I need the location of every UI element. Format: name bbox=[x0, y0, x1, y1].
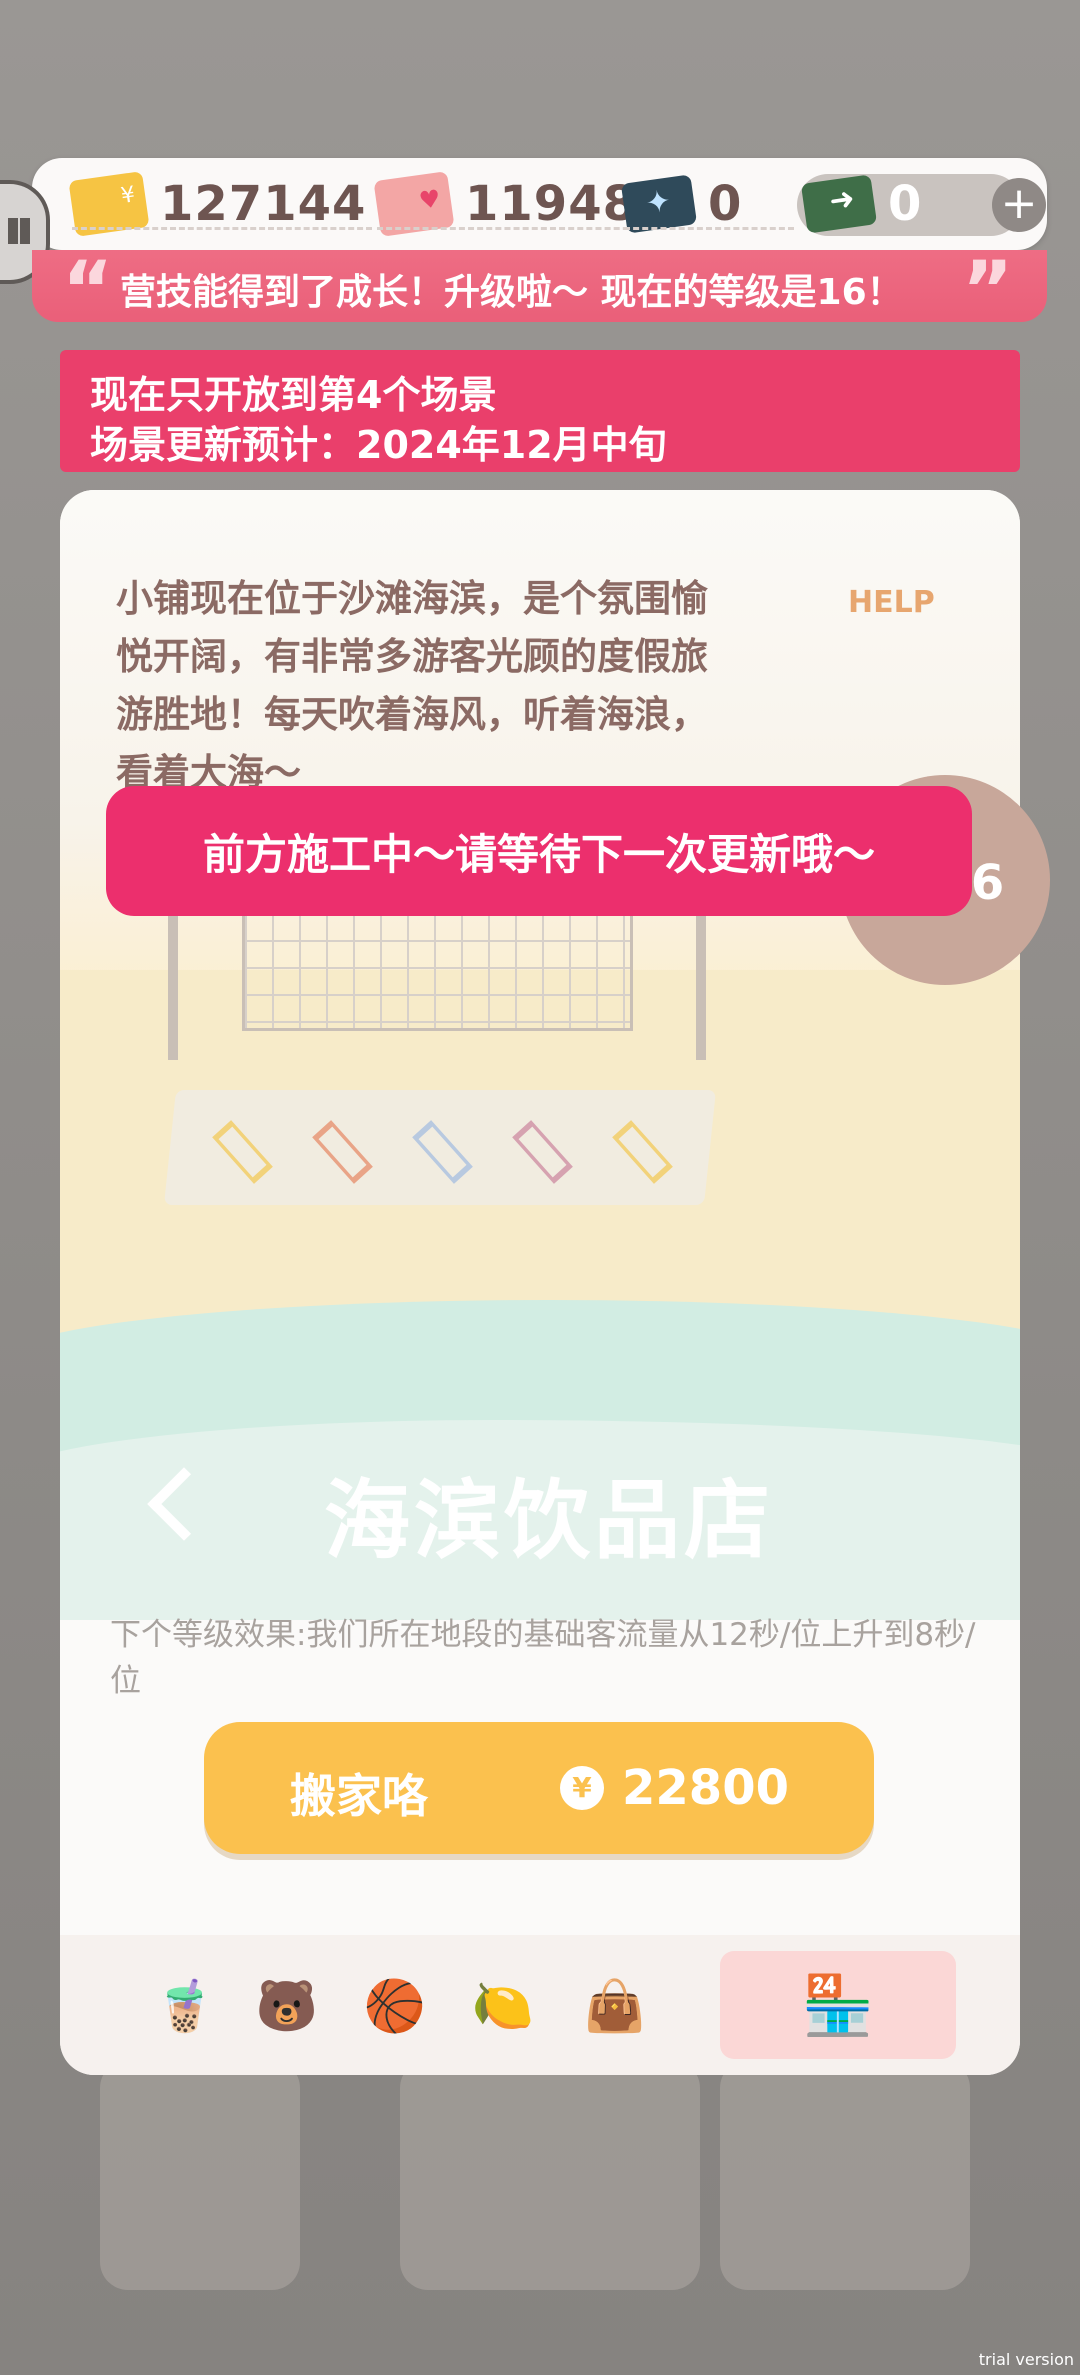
shop-panel: 小铺现在位于沙滩海滨，是个氛围愉悦开阔，有非常多游客光顾的度假旅游胜地！每天吹着… bbox=[60, 490, 1020, 2075]
category-tabbar: 🧋 🐻 🏀 🍋 👜 🏪 bbox=[60, 1935, 1020, 2075]
heart-amount: 11948 bbox=[465, 176, 637, 232]
toast-text: 前方施工中～请等待下一次更新哦～ bbox=[202, 829, 875, 879]
cash-currency: 0 bbox=[800, 170, 974, 238]
move-shop-button[interactable]: 搬家咯 ¥ 22800 bbox=[204, 1722, 874, 1854]
shop-name: 海滨饮品店 bbox=[324, 1471, 774, 1571]
cash-amount: 0 bbox=[888, 176, 923, 232]
level-up-banner: “ 营技能得到了成长！升级啦～ 现在的等级是16！ ” bbox=[32, 246, 1047, 336]
basketball-icon[interactable]: 🏀 bbox=[348, 1959, 442, 2053]
scene-notice: 现在只开放到第4个场景 场景更新预计：2024年12月中旬 bbox=[60, 350, 1020, 472]
notice-line-2: 场景更新预计：2024年12月中旬 bbox=[90, 423, 667, 467]
bag-icon[interactable]: 👜 bbox=[568, 1959, 662, 2053]
add-currency-button[interactable]: + bbox=[992, 178, 1046, 232]
volleyball-net bbox=[242, 910, 633, 1031]
ticket-currency: 0 bbox=[620, 170, 794, 238]
heart-currency: 11948 bbox=[373, 170, 647, 238]
gold-amount: 127144 bbox=[160, 176, 367, 232]
help-button[interactable]: HELP bbox=[848, 585, 935, 620]
currency-bar: 127144 11948 0 0 + bbox=[32, 158, 1047, 250]
trial-watermark: trial version bbox=[978, 2350, 1074, 2369]
bear-icon[interactable]: 🐻 bbox=[240, 1959, 334, 2053]
close-quote-icon: ” bbox=[962, 246, 1014, 336]
scene-description: 小铺现在位于沙滩海滨，是个氛围愉悦开阔，有非常多游客光顾的度假旅游胜地！每天吹着… bbox=[116, 577, 708, 794]
lemon-icon[interactable]: 🍋 bbox=[456, 1959, 550, 2053]
construction-toast: 前方施工中～请等待下一次更新哦～ bbox=[106, 786, 972, 916]
move-button-label: 搬家咯 bbox=[290, 1769, 428, 1823]
beach-scene: 小铺现在位于沙滩海滨，是个氛围愉悦开阔，有非常多游客光顾的度假旅游胜地！每天吹着… bbox=[60, 490, 1020, 1620]
notice-line-1: 现在只开放到第4个场景 bbox=[90, 373, 497, 417]
shop-icon: 🏪 bbox=[801, 1970, 875, 2039]
coin-icon: ¥ bbox=[560, 1766, 604, 1810]
shop-tab[interactable]: 🏪 bbox=[720, 1951, 956, 2059]
level-up-text: 营技能得到了成长！升级啦～ 现在的等级是16！ bbox=[120, 272, 903, 313]
next-level-effect: 下个等级效果:我们所在地段的基础客流量从12秒/位上升到8秒/位 bbox=[110, 1617, 976, 1699]
move-cost: 22800 bbox=[622, 1760, 789, 1816]
open-quote-icon: “ bbox=[62, 246, 114, 336]
ticket-card-icon bbox=[620, 174, 698, 234]
ticket-amount: 0 bbox=[708, 176, 743, 232]
drink-icon[interactable]: 🧋 bbox=[138, 1959, 232, 2053]
gold-currency: 127144 bbox=[68, 170, 372, 238]
cash-card-icon bbox=[800, 174, 878, 234]
beach-rug bbox=[163, 1090, 717, 1205]
